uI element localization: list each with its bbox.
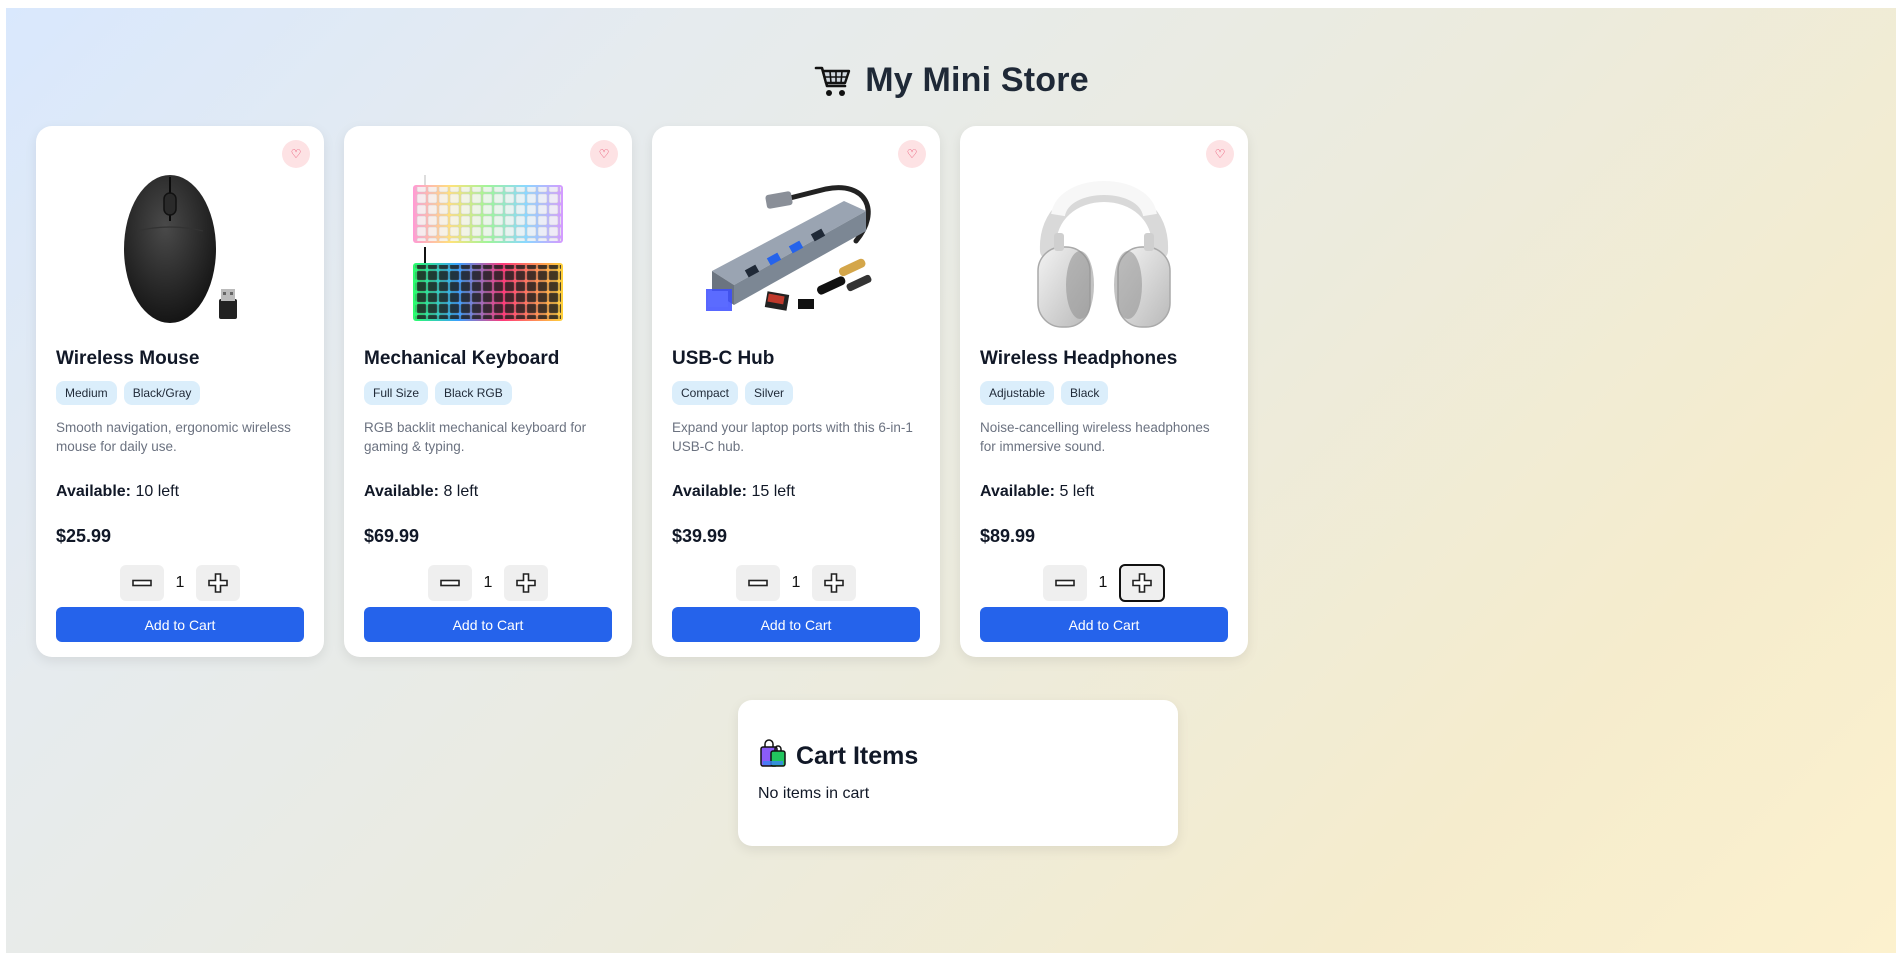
product-price: $89.99 <box>980 526 1036 546</box>
quantity-value: 1 <box>1098 574 1108 591</box>
availability-value: 8 left <box>443 483 479 500</box>
minus-icon <box>440 579 460 587</box>
quantity-value: 1 <box>175 574 185 591</box>
page-background: My Mini Store ♡ Wireless Mouse Medium Bl… <box>6 8 1896 953</box>
shopping-bags-icon <box>758 738 788 775</box>
availability-label: Available: <box>364 483 439 500</box>
availability-label: Available: <box>672 483 747 500</box>
availability: Available: 10 left <box>56 483 304 503</box>
increase-quantity-button[interactable] <box>504 565 548 601</box>
wireless-mouse-image <box>56 126 304 331</box>
product-price: $25.99 <box>56 526 112 546</box>
product-price: $69.99 <box>364 526 420 546</box>
decrease-quantity-button[interactable] <box>428 565 472 601</box>
quantity-value: 1 <box>791 574 801 591</box>
favorite-heart-icon[interactable]: ♡ <box>590 140 618 168</box>
decrease-quantity-button[interactable] <box>736 565 780 601</box>
quantity-stepper: 1 <box>364 565 612 601</box>
availability-value: 5 left <box>1059 483 1095 500</box>
plus-icon <box>1132 573 1152 593</box>
favorite-heart-icon[interactable]: ♡ <box>898 140 926 168</box>
product-card: ♡ Wireless Headphones Adjustable Black N… <box>960 126 1248 657</box>
increase-quantity-button[interactable] <box>196 565 240 601</box>
color-tag: Silver <box>745 381 794 405</box>
product-tags: Medium Black/Gray <box>56 381 304 405</box>
size-tag: Compact <box>672 381 739 405</box>
product-description: Expand your laptop ports with this 6-in-… <box>672 420 913 454</box>
headphones-image <box>980 126 1228 331</box>
availability: Available: 5 left <box>980 483 1228 503</box>
product-card: ♡ Wireless Mouse Medium Black/Gray Smoot… <box>36 126 324 657</box>
availability: Available: 15 left <box>672 483 920 503</box>
page-title: My Mini Store <box>865 60 1089 99</box>
color-tag: Black/Gray <box>123 381 201 405</box>
product-name: Wireless Mouse <box>56 348 200 369</box>
cart-title: Cart Items <box>796 741 919 770</box>
product-description: RGB backlit mechanical keyboard for gami… <box>364 420 587 454</box>
add-to-cart-button[interactable]: Add to Cart <box>980 607 1228 642</box>
product-price: $39.99 <box>672 526 728 546</box>
product-tags: Full Size Black RGB <box>364 381 612 405</box>
product-name: USB-C Hub <box>672 348 775 369</box>
cart-header: Cart Items <box>758 738 1158 775</box>
cart-panel: Cart Items No items in cart <box>738 700 1178 846</box>
availability-value: 10 left <box>135 483 180 500</box>
product-description: Smooth navigation, ergonomic wireless mo… <box>56 420 291 454</box>
increase-quantity-button[interactable] <box>812 565 856 601</box>
quantity-stepper: 1 <box>980 564 1228 602</box>
product-tags: Compact Silver <box>672 381 920 405</box>
decrease-quantity-button[interactable] <box>1043 565 1087 601</box>
favorite-heart-icon[interactable]: ♡ <box>1206 140 1234 168</box>
minus-icon <box>748 579 768 587</box>
color-tag: Black RGB <box>435 381 512 405</box>
minus-icon <box>132 579 152 587</box>
add-to-cart-button[interactable]: Add to Cart <box>364 607 612 642</box>
quantity-stepper: 1 <box>56 565 304 601</box>
availability: Available: 8 left <box>364 483 612 503</box>
increase-quantity-button[interactable] <box>1119 564 1165 602</box>
availability-label: Available: <box>56 483 131 500</box>
availability-label: Available: <box>980 483 1055 500</box>
decrease-quantity-button[interactable] <box>120 565 164 601</box>
store-header: My Mini Store <box>6 60 1896 100</box>
color-tag: Black <box>1061 381 1109 405</box>
product-grid: ♡ Wireless Mouse Medium Black/Gray Smoot… <box>36 126 1248 657</box>
product-description: Noise-cancelling wireless headphones for… <box>980 420 1210 454</box>
product-card: ♡ <box>344 126 632 657</box>
plus-icon <box>824 573 844 593</box>
favorite-heart-icon[interactable]: ♡ <box>282 140 310 168</box>
plus-icon <box>208 573 228 593</box>
quantity-stepper: 1 <box>672 565 920 601</box>
product-card: ♡ <box>652 126 940 657</box>
shopping-cart-icon <box>813 60 853 100</box>
product-tags: Adjustable Black <box>980 381 1228 405</box>
product-name: Mechanical Keyboard <box>364 348 560 369</box>
keyboard-image <box>364 126 612 331</box>
minus-icon <box>1055 579 1075 587</box>
add-to-cart-button[interactable]: Add to Cart <box>672 607 920 642</box>
product-name: Wireless Headphones <box>980 348 1178 369</box>
quantity-value: 1 <box>483 574 493 591</box>
size-tag: Adjustable <box>980 381 1055 405</box>
cart-empty-message: No items in cart <box>758 785 870 802</box>
add-to-cart-button[interactable]: Add to Cart <box>56 607 304 642</box>
availability-value: 15 left <box>751 483 796 500</box>
usb-hub-image <box>672 126 920 331</box>
plus-icon <box>516 573 536 593</box>
size-tag: Medium <box>56 381 117 405</box>
size-tag: Full Size <box>364 381 429 405</box>
